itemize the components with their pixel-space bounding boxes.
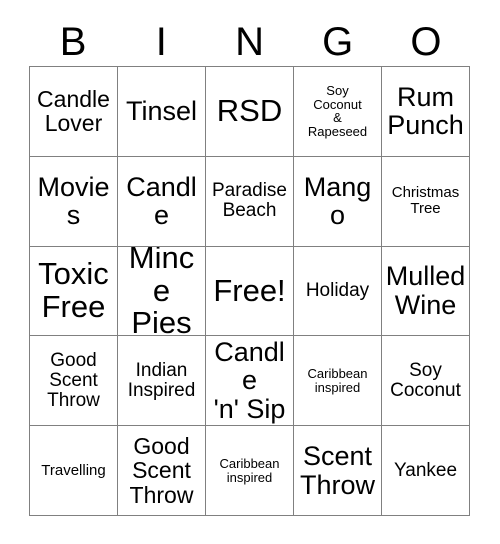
bingo-free-space-cell[interactable]: Free! (206, 246, 294, 337)
bingo-cell-label: Good Scent Throw (47, 349, 100, 411)
bingo-cell[interactable]: Mulled Wine (382, 246, 470, 337)
bingo-cell[interactable]: Soy Coconut & Rapeseed (294, 67, 382, 157)
bingo-cell-label: Yankee (393, 459, 458, 481)
bingo-header-letter-b: B (59, 20, 87, 64)
bingo-header-letter-n: N (235, 20, 264, 64)
bingo-cell[interactable]: Indian Inspired (118, 336, 206, 427)
bingo-card: B I N G O Candle Lover Tinsel RSD Soy Coconut &… (0, 0, 500, 544)
bingo-cell[interactable]: Candle Lover (30, 67, 118, 157)
bingo-cell-label: Movies (37, 171, 110, 231)
bingo-cell[interactable]: Mango (294, 156, 382, 247)
bingo-cell[interactable]: Caribbean inspired (294, 336, 382, 427)
bingo-cell-label: Paradise Beach (212, 180, 287, 222)
bingo-cell-label: Tinsel (125, 96, 198, 127)
bingo-cell-label: Candle Lover (37, 86, 110, 137)
bingo-grid: Candle Lover Tinsel RSD Soy Coconut & Rapes… (29, 66, 470, 516)
bingo-cell-label: Christmas Tree (391, 184, 460, 218)
bingo-cell[interactable]: Caribbean inspired (206, 426, 294, 516)
bingo-cell-label: Mango (303, 171, 372, 231)
bingo-header-letter-g: G (322, 20, 354, 64)
bingo-cell-label: Candle 'n' Sip (213, 336, 286, 425)
bingo-cell[interactable]: Travelling (30, 426, 118, 516)
bingo-cell-label: Rum Punch (387, 81, 464, 141)
bingo-cell-label: Good Scent Throw (129, 433, 194, 508)
bingo-header-row: BINGO (29, 18, 470, 66)
bingo-cell-label: Caribbean inspired (307, 366, 368, 395)
bingo-cell[interactable]: Yankee (382, 426, 470, 516)
bingo-cell[interactable]: Christmas Tree (382, 156, 470, 247)
bingo-cell-label: Free! (213, 272, 286, 308)
bingo-cell[interactable]: RSD (206, 67, 294, 157)
bingo-cell-label: Toxic Free (38, 256, 109, 324)
bingo-cell[interactable]: Good Scent Throw (30, 336, 118, 427)
bingo-cell-label: Soy Coconut & Rapeseed (307, 82, 368, 140)
bingo-cell[interactable]: Tinsel (118, 67, 206, 157)
bingo-cell-label: Indian Inspired (127, 359, 196, 401)
bingo-cell-label: Candle (126, 171, 197, 231)
bingo-cell-label: Travelling (41, 461, 106, 479)
bingo-cell[interactable]: Mince Pies (118, 246, 206, 337)
bingo-cell[interactable]: Holiday (294, 246, 382, 337)
bingo-cell[interactable]: Toxic Free (30, 246, 118, 337)
bingo-cell[interactable]: Candle 'n' Sip (206, 336, 294, 427)
bingo-cell-label: Mince Pies (128, 246, 195, 337)
bingo-cell[interactable]: Movies (30, 156, 118, 247)
bingo-cell-label: Caribbean inspired (219, 455, 280, 485)
bingo-cell[interactable]: Good Scent Throw (118, 426, 206, 516)
bingo-cell[interactable]: Soy Coconut (382, 336, 470, 427)
bingo-cell-label: Holiday (305, 279, 370, 301)
bingo-cell[interactable]: Candle (118, 156, 206, 247)
bingo-cell-label: Soy Coconut (390, 359, 461, 401)
bingo-header-letter-o: O (410, 20, 442, 64)
bingo-cell[interactable]: Rum Punch (382, 67, 470, 157)
bingo-cell-label: Scent Throw (299, 440, 375, 500)
bingo-cell[interactable]: Paradise Beach (206, 156, 294, 247)
bingo-cell-label: RSD (216, 92, 283, 128)
bingo-cell[interactable]: Scent Throw (294, 426, 382, 516)
bingo-header-letter-i: I (155, 20, 167, 64)
bingo-cell-label: Mulled Wine (385, 261, 466, 320)
